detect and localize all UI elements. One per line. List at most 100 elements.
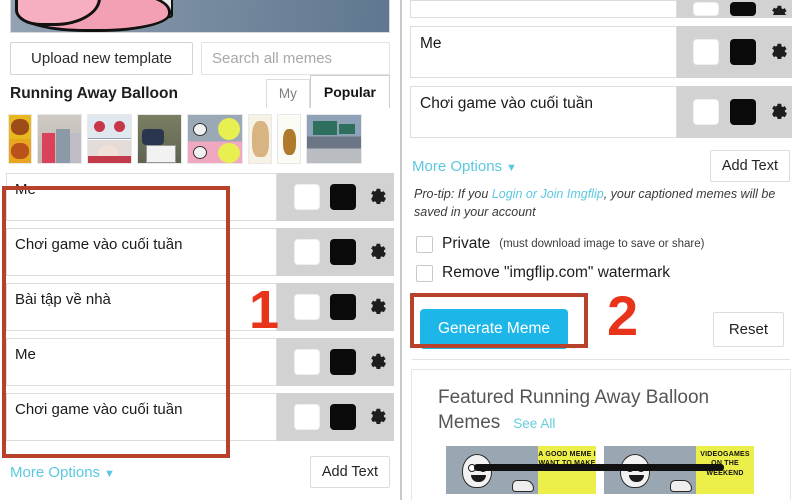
- outline-color-swatch[interactable]: [693, 99, 719, 125]
- template-thumbnail[interactable]: [187, 114, 243, 164]
- fill-color-swatch[interactable]: [730, 2, 756, 16]
- see-all-link[interactable]: See All: [513, 416, 555, 431]
- more-options-toggle[interactable]: More Options ▼: [10, 464, 310, 481]
- section-divider: [412, 359, 790, 361]
- gear-icon[interactable]: [366, 351, 388, 373]
- caption-controls: [277, 393, 394, 441]
- more-options-label: More Options: [10, 463, 101, 481]
- gear-icon[interactable]: [366, 241, 388, 263]
- fill-color-swatch[interactable]: [330, 349, 356, 375]
- page-title: Running Away Balloon: [10, 85, 178, 102]
- outline-color-swatch[interactable]: [294, 294, 320, 320]
- add-text-button[interactable]: Add Text: [709, 150, 790, 182]
- fill-color-swatch[interactable]: [330, 404, 356, 430]
- tab-popular[interactable]: Popular: [309, 75, 390, 108]
- chevron-down-icon: ▼: [506, 161, 517, 174]
- options-checkbox-group: Private (must download image to save or …: [402, 221, 800, 282]
- template-title-row: Running Away Balloon My Popular: [0, 75, 400, 108]
- caption-text-input[interactable]: Bài tập về nhà: [6, 283, 277, 331]
- caption-rows-list: Me Chơi game vào cuối tuần Bài tập về nh…: [0, 169, 400, 441]
- caption-text-input[interactable]: Chơi game vào cuối tuần: [6, 228, 277, 276]
- outline-color-swatch[interactable]: [294, 404, 320, 430]
- right-bottom-bar: More Options ▼ Add Text: [402, 146, 800, 182]
- template-thumbnail-strip: [0, 108, 400, 169]
- caption-row: Me: [6, 173, 394, 221]
- template-thumbnail[interactable]: [37, 114, 82, 164]
- template-thumbnail[interactable]: [248, 114, 272, 164]
- generate-actions-row: Generate Meme Reset: [402, 293, 800, 355]
- login-or-join-link[interactable]: Login or Join Imgflip: [492, 187, 604, 201]
- caption-controls: [277, 283, 394, 331]
- outline-color-swatch[interactable]: [693, 2, 719, 16]
- generate-meme-button[interactable]: Generate Meme: [420, 309, 568, 350]
- remove-watermark-checkbox[interactable]: [416, 264, 433, 282]
- tab-my[interactable]: My: [265, 79, 310, 108]
- caption-row: Me: [6, 338, 394, 386]
- gear-icon[interactable]: [366, 406, 388, 428]
- upload-search-row: Upload new template Search all memes: [0, 33, 400, 75]
- fill-color-swatch[interactable]: [330, 294, 356, 320]
- template-thumbnail[interactable]: [306, 114, 362, 164]
- caption-text-input[interactable]: Chơi game vào cuối tuần: [410, 86, 677, 138]
- template-thumbnail[interactable]: [137, 114, 182, 164]
- caption-text-input[interactable]: Me: [6, 173, 277, 221]
- more-options-toggle[interactable]: More Options ▼: [412, 158, 710, 175]
- caption-controls: [277, 228, 394, 276]
- right-panel: Me Chơi game vào cuối tuần More Options …: [402, 0, 800, 500]
- gear-icon[interactable]: [366, 296, 388, 318]
- template-tabs: My Popular: [265, 75, 390, 108]
- private-checkbox[interactable]: [416, 235, 433, 253]
- outline-color-swatch[interactable]: [693, 39, 719, 65]
- pro-tip-prefix: Pro-tip: If you: [414, 187, 492, 201]
- caption-controls: [677, 0, 792, 18]
- reset-button[interactable]: Reset: [712, 311, 784, 347]
- template-thumbnail[interactable]: [277, 114, 301, 164]
- gear-icon[interactable]: [767, 101, 789, 123]
- caption-row: [410, 0, 792, 18]
- hand-icon: [670, 479, 692, 492]
- more-options-label: More Options: [412, 157, 503, 175]
- annotation-number-1: 1: [249, 280, 280, 340]
- template-preview-wrap: [0, 0, 400, 33]
- caption-row: Chơi game vào cuối tuần: [410, 86, 792, 138]
- private-option-row: Private (must download image to save or …: [416, 235, 800, 253]
- censor-bar: [474, 463, 724, 471]
- caption-text-input[interactable]: Me: [410, 26, 677, 78]
- left-bottom-bar: More Options ▼ Add Text: [0, 448, 400, 488]
- fill-color-swatch[interactable]: [330, 239, 356, 265]
- caption-row: Bài tập về nhà: [6, 283, 394, 331]
- fill-color-swatch[interactable]: [730, 39, 756, 65]
- gear-icon[interactable]: [767, 41, 789, 63]
- add-text-button[interactable]: Add Text: [309, 456, 390, 488]
- remove-watermark-label: Remove "imgflip.com" watermark: [442, 264, 671, 282]
- search-memes-input[interactable]: Search all memes: [201, 42, 390, 75]
- outline-color-swatch[interactable]: [294, 184, 320, 210]
- running-face-icon: [462, 453, 492, 488]
- gear-icon[interactable]: [366, 186, 388, 208]
- remove-watermark-option-row: Remove "imgflip.com" watermark: [416, 264, 800, 282]
- caption-row: Chơi game vào cuối tuần: [6, 228, 394, 276]
- caption-controls: [677, 26, 792, 78]
- fill-color-swatch[interactable]: [730, 99, 756, 125]
- outline-color-swatch[interactable]: [294, 239, 320, 265]
- featured-meme-cards: A GOOD MEME I WANT TO MAKE VIDEOGAMES ON…: [412, 436, 790, 494]
- running-face-icon: [620, 453, 650, 488]
- caption-row: Me: [410, 26, 792, 78]
- imgflip-meme-generator-screenshot: Upload new template Search all memes Run…: [0, 0, 800, 500]
- caption-text-input[interactable]: Me: [6, 338, 277, 386]
- fill-color-swatch[interactable]: [330, 184, 356, 210]
- featured-heading: Featured Running Away Balloon Memes See A…: [412, 370, 790, 435]
- outline-color-swatch[interactable]: [294, 349, 320, 375]
- caption-text-input[interactable]: [410, 0, 677, 18]
- upload-new-template-button[interactable]: Upload new template: [10, 42, 193, 75]
- hand-icon: [512, 479, 534, 492]
- gear-icon[interactable]: [767, 3, 789, 15]
- right-caption-rows-list: Me Chơi game vào cuối tuần: [402, 0, 800, 138]
- pro-tip-text: Pro-tip: If you Login or Join Imgflip, y…: [402, 182, 800, 221]
- caption-text-input[interactable]: Chơi game vào cuối tuần: [6, 393, 277, 441]
- template-thumbnail[interactable]: [87, 114, 132, 164]
- template-thumbnail[interactable]: [8, 114, 32, 164]
- template-preview-banner: [10, 0, 390, 33]
- chevron-down-icon: ▼: [104, 467, 115, 480]
- featured-memes-section: Featured Running Away Balloon Memes See A…: [411, 369, 791, 500]
